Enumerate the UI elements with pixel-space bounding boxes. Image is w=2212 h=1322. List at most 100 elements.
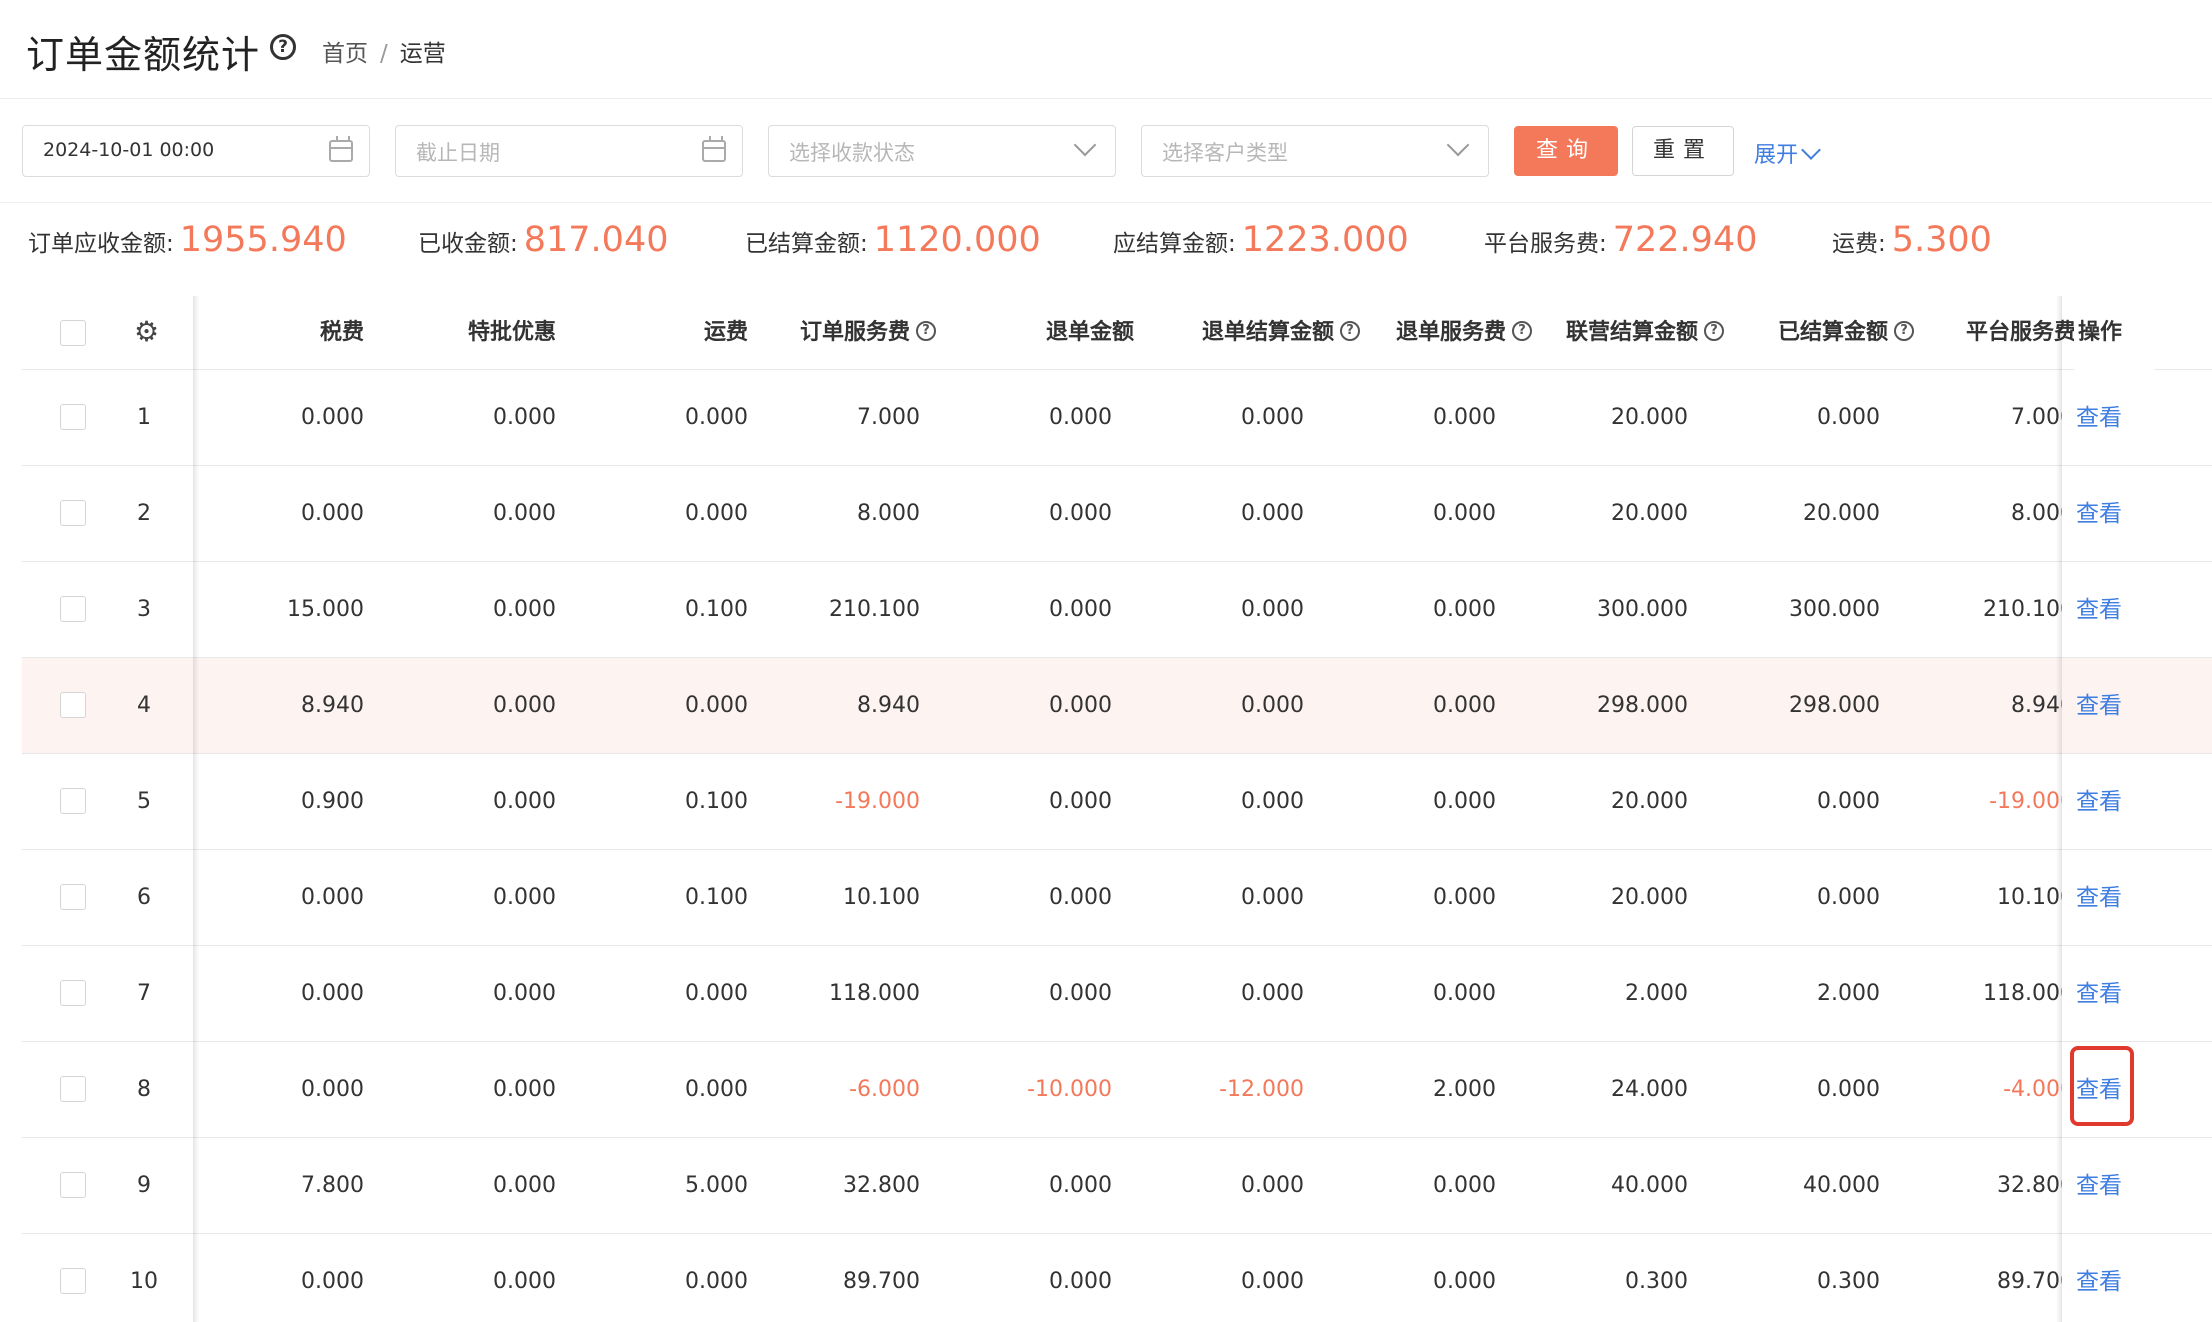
- cell-platform-fee: 32.800: [1997, 1173, 2074, 1198]
- view-link[interactable]: 查看: [2076, 466, 2122, 562]
- row-checkbox[interactable]: [60, 1076, 86, 1102]
- cell-joint-settlement: 24.000: [1611, 1077, 1688, 1102]
- view-link[interactable]: 查看: [2076, 562, 2122, 658]
- table-row[interactable]: 2 0.000 0.000 0.000 8.000 0.000 0.000 0.000 20.0…: [22, 466, 2212, 562]
- cell-tax: 8.940: [301, 693, 364, 718]
- question-circle-icon[interactable]: ?: [916, 321, 936, 341]
- summary-label: 已结算金额:: [745, 231, 868, 257]
- table-row[interactable]: 8 0.000 0.000 0.000 -6.000 -10.000 -12.000 2.00…: [22, 1042, 2212, 1138]
- view-link[interactable]: 查看: [2076, 754, 2122, 850]
- row-index: 8: [137, 1077, 151, 1102]
- cell-platform-fee: 210.100: [1983, 597, 2074, 622]
- select-all-checkbox[interactable]: [60, 320, 86, 346]
- summary-freight: 运费: 5.300: [1832, 220, 1992, 276]
- cell-refund-amount: 0.000: [1049, 1173, 1112, 1198]
- cell-refund-settlement: 0.000: [1241, 789, 1304, 814]
- cell-settled-amount: 20.000: [1803, 501, 1880, 526]
- cell-tax: 7.800: [301, 1173, 364, 1198]
- summary-platform-fee: 平台服务费: 722.940: [1484, 220, 1757, 276]
- cell-refund-amount: 0.000: [1049, 693, 1112, 718]
- cell-special-discount: 0.000: [493, 597, 556, 622]
- cell-platform-fee: 89.700: [1997, 1269, 2074, 1294]
- table-row[interactable]: 9 7.800 0.000 5.000 32.800 0.000 0.000 0.000 40.…: [22, 1138, 2212, 1234]
- fixed-left-shadow: [193, 296, 199, 1322]
- cell-tax: 0.000: [301, 405, 364, 430]
- cell-refund-settlement: 0.000: [1241, 693, 1304, 718]
- cell-settled-amount: 40.000: [1803, 1173, 1880, 1198]
- customer-type-select[interactable]: 选择客户类型: [1141, 125, 1489, 177]
- cell-joint-settlement: 20.000: [1611, 885, 1688, 910]
- breadcrumb-separator: /: [380, 41, 388, 67]
- cell-special-discount: 0.000: [493, 405, 556, 430]
- query-button[interactable]: 查询: [1514, 126, 1618, 176]
- breadcrumb-current: 运营: [399, 41, 446, 67]
- table-row[interactable]: 7 0.000 0.000 0.000 118.000 0.000 0.000 0.000 2.…: [22, 946, 2212, 1042]
- col-label: 退单结算金额: [1201, 320, 1334, 345]
- row-checkbox[interactable]: [60, 788, 86, 814]
- view-link[interactable]: 查看: [2076, 850, 2122, 946]
- cell-refund-service-fee: 0.000: [1433, 981, 1496, 1006]
- cell-refund-amount: 0.000: [1049, 597, 1112, 622]
- cell-refund-amount: -10.000: [1027, 1077, 1112, 1102]
- table-row[interactable]: 3 15.000 0.000 0.100 210.100 0.000 0.000 0.000 3…: [22, 562, 2212, 658]
- row-index: 6: [137, 885, 151, 910]
- view-link[interactable]: 查看: [2076, 1234, 2122, 1322]
- row-index: 4: [137, 693, 151, 718]
- reset-button[interactable]: 重置: [1632, 126, 1734, 176]
- cell-refund-service-fee: 0.000: [1433, 1173, 1496, 1198]
- table-row[interactable]: 6 0.000 0.000 0.100 10.100 0.000 0.000 0.000 20.…: [22, 850, 2212, 946]
- cell-joint-settlement: 20.000: [1611, 405, 1688, 430]
- cell-order-service-fee: -19.000: [835, 789, 920, 814]
- cell-special-discount: 0.000: [493, 693, 556, 718]
- col-platform-fee: 平台服务费: [1965, 320, 2076, 345]
- row-checkbox[interactable]: [60, 884, 86, 910]
- row-index: 3: [137, 597, 151, 622]
- row-checkbox[interactable]: [60, 980, 86, 1006]
- summary-settled: 已结算金额: 1120.000: [745, 220, 1041, 276]
- view-link[interactable]: 查看: [2076, 1138, 2122, 1234]
- cell-freight: 0.100: [685, 789, 748, 814]
- cell-freight: 5.000: [685, 1173, 748, 1198]
- cell-order-service-fee: 10.100: [843, 885, 920, 910]
- table-row[interactable]: 10 0.000 0.000 0.000 89.700 0.000 0.000 0.000 0.…: [22, 1234, 2212, 1322]
- cell-platform-fee: 8.000: [2011, 501, 2074, 526]
- breadcrumb-home[interactable]: 首页: [322, 41, 368, 67]
- cell-freight: 0.000: [685, 501, 748, 526]
- table-row[interactable]: 5 0.900 0.000 0.100 -19.000 0.000 0.000 0.000 20…: [22, 754, 2212, 850]
- payment-status-select[interactable]: 选择收款状态: [768, 125, 1116, 177]
- row-checkbox[interactable]: [60, 596, 86, 622]
- expand-toggle[interactable]: 展开: [1754, 137, 1821, 169]
- cell-platform-fee: 7.000: [2011, 405, 2074, 430]
- gear-icon[interactable]: ⚙: [134, 318, 159, 346]
- table-row[interactable]: 4 8.940 0.000 0.000 8.940 0.000 0.000 0.000 298.…: [22, 658, 2212, 754]
- view-link[interactable]: 查看: [2076, 946, 2122, 1042]
- end-date-input[interactable]: 截止日期: [395, 125, 743, 177]
- view-link[interactable]: 查看: [2076, 658, 2122, 754]
- row-checkbox[interactable]: [60, 692, 86, 718]
- row-checkbox[interactable]: [60, 1172, 86, 1198]
- chevron-down-icon: [1073, 133, 1097, 157]
- cell-settled-amount: 300.000: [1789, 597, 1880, 622]
- col-label: 退单服务费: [1395, 320, 1506, 345]
- breadcrumb: 首页 / 运营: [322, 34, 446, 68]
- row-checkbox[interactable]: [60, 1268, 86, 1294]
- question-circle-icon[interactable]: ?: [270, 34, 296, 60]
- cell-platform-fee: 8.940: [2011, 693, 2074, 718]
- row-checkbox[interactable]: [60, 500, 86, 526]
- cell-refund-service-fee: 2.000: [1433, 1077, 1496, 1102]
- row-index: 10: [130, 1269, 158, 1294]
- cell-refund-settlement: 0.000: [1241, 981, 1304, 1006]
- cell-refund-service-fee: 0.000: [1433, 693, 1496, 718]
- row-checkbox[interactable]: [60, 404, 86, 430]
- col-tax: 税费: [319, 320, 364, 345]
- summary-label: 运费:: [1832, 231, 1886, 257]
- start-date-input[interactable]: 2024-10-01 00:00: [22, 125, 370, 177]
- cell-refund-amount: 0.000: [1049, 981, 1112, 1006]
- table-row[interactable]: 1 0.000 0.000 0.000 7.000 0.000 0.000 0.000 20.0…: [22, 370, 2212, 466]
- cell-joint-settlement: 20.000: [1611, 501, 1688, 526]
- col-actions: 操作: [2074, 296, 2154, 370]
- cell-refund-settlement: 0.000: [1241, 501, 1304, 526]
- view-link[interactable]: 查看: [2076, 370, 2122, 466]
- summary-label: 应结算金额:: [1113, 231, 1236, 257]
- cell-refund-settlement: 0.000: [1241, 1269, 1304, 1294]
